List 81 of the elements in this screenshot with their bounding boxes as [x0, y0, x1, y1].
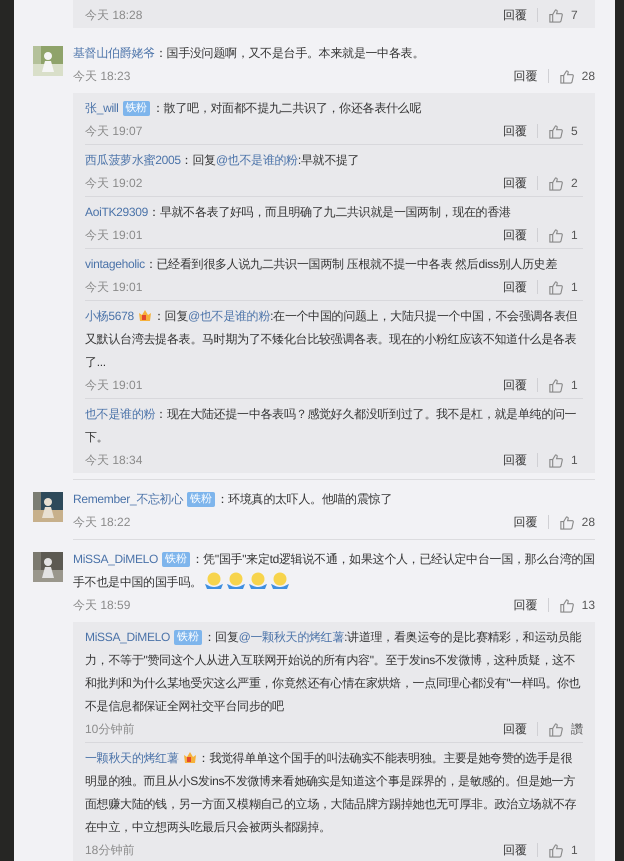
thumbs-up-icon[interactable]	[548, 280, 563, 294]
comment-text: 西瓜菠萝水蜜2005：回复@也不是谁的粉:早就不提了	[85, 152, 360, 169]
comment-time: 今天 18:28	[85, 6, 144, 24]
like-count: 1	[571, 280, 579, 294]
comment-time: 今天 18:59	[73, 596, 132, 614]
reply-link[interactable]: 回覆	[503, 174, 527, 192]
comment-text: 基督山伯爵姥爷：国手没问题啊，又不是台手。本来就是一中各表。	[73, 45, 426, 62]
thumbs-up-icon[interactable]	[558, 598, 574, 612]
comment-text: 一颗秋天的烤红薯 ：我觉得单单这个国手的叫法确实不能表明独。主要是她夸赞的选手是很明显的独。而且从小S发ins不发微博来看她确实是知道这个事是踩界的，是敏感的。但是她一方面想赚大陆的钱，另一方面又模糊自己的立场，大陆品牌方踢掉她也无可厚非。政治立场就不存在中立，中立想两头吃最后只会被两头都踢掉。	[85, 748, 578, 836]
emoji-icon	[270, 571, 290, 591]
thumbs-up-icon[interactable]	[548, 176, 563, 190]
user-name[interactable]: MiSSA_DiMELO	[73, 552, 158, 566]
comment-text: AoiTK29309：早就不各表了好吗，而且明确了九二共识就是一国两制，现在的香港	[85, 204, 512, 221]
comment-time: 18分钟前	[85, 842, 136, 858]
reply-link[interactable]: 回覆	[503, 452, 527, 468]
comment-text: Remember_不忘初心 铁粉 ：环境真的太吓人。他喵的震惊了	[73, 491, 394, 509]
comment-time: 今天 19:01	[85, 376, 144, 394]
mention-link[interactable]: @也不是谁的粉	[216, 153, 298, 167]
comment-time: 今天 18:34	[85, 452, 144, 468]
emoji-icon	[226, 571, 246, 591]
user-name[interactable]: 张_will	[85, 101, 119, 115]
thumbs-up-icon[interactable]	[558, 514, 574, 530]
comment-time: 今天 18:22	[73, 514, 132, 530]
comment-time: 今天 19:01	[85, 226, 144, 244]
thumbs-up-icon[interactable]	[548, 842, 563, 858]
like-count: 1	[571, 228, 579, 242]
user-name[interactable]: 西瓜菠萝水蜜2005	[85, 153, 181, 167]
reply-link[interactable]: 回覆	[503, 226, 527, 244]
comment-time: 今天 19:02	[85, 174, 144, 192]
fan-badge: 铁粉	[122, 101, 150, 116]
like-count: 13	[582, 598, 595, 612]
comment-time: 今天 19:07	[85, 122, 144, 140]
reply-link[interactable]: 回覆	[514, 68, 538, 84]
user-name[interactable]: 基督山伯爵姥爷	[73, 46, 155, 60]
reply-link[interactable]: 回覆	[503, 376, 527, 394]
fan-badge: 铁粉	[162, 552, 190, 567]
like-count: 28	[582, 69, 595, 83]
comment-text: MiSSA_DiMELO 铁粉 ：回复@一颗秋天的烤红薯:讲道理，看奥运夸的是比赛精彩，和运动员能力，不等于"赞同这个人从进入互联网开始说的所有内容"。至于发ins不发微博，这种质疑，这不和批判和为什么某地受灾这么严重，你竟然还有心情在家烘焙，一点同理心都没有"一样吗。你也不是信息都保证全网社交平台同步的吧	[85, 629, 582, 715]
like-count: 1	[571, 453, 579, 467]
comment-text: 也不是谁的粉：现在大陆还提一中各表吗？感觉好久都没听到过了。我不是杠，就是单纯的问一下。	[85, 406, 578, 446]
comment-time: 今天 19:01	[85, 278, 144, 296]
emoji-icon	[204, 571, 224, 591]
reply-link[interactable]: 回覆	[503, 6, 527, 24]
thumbs-up-icon[interactable]	[548, 124, 563, 138]
mention-link[interactable]: @也不是谁的粉	[188, 309, 270, 323]
user-name[interactable]: 一颗秋天的烤红薯	[85, 751, 179, 765]
like-count: 讚	[571, 720, 583, 738]
user-name[interactable]: 也不是谁的粉	[85, 407, 156, 421]
mention-link[interactable]: @一颗秋天的烤红薯	[238, 630, 344, 644]
like-count: 1	[571, 843, 579, 857]
thumbs-up-icon[interactable]	[548, 378, 563, 392]
reply-link[interactable]: 回覆	[514, 596, 538, 614]
comment-text: 张_will 铁粉 ：散了吧，对面都不提九二共识了，你还各表什么呢	[85, 100, 422, 118]
thumbs-up-icon[interactable]	[548, 8, 563, 22]
user-name[interactable]: AoiTK29309	[85, 205, 148, 219]
like-count: 28	[582, 515, 595, 529]
thumbs-up-icon[interactable]	[558, 68, 574, 84]
comment-text: vintageholic：已经看到很多人说九二共识一国两制 压根就不提一中各表 然后diss别人历史差	[85, 256, 558, 273]
comment-text: MiSSA_DiMELO 铁粉 ：凭"国手"来定td逻辑说不通，如果这个人，已经认定中台一国，那么台湾的国手不也是中国的国手吗。	[73, 551, 595, 593]
thumbs-up-icon[interactable]	[548, 228, 563, 242]
comment-text: 小杨5678 ：回复@也不是谁的粉:在一个中国的问题上，大陆只提一个中国，不会强调各表但又默认台湾去提各表。马时期为了不矮化台比较强调各表。现在的小粉红应该不知道什么是各表了...	[85, 306, 578, 371]
fan-badge: 铁粉	[187, 492, 215, 507]
reply-link[interactable]: 回覆	[514, 514, 538, 530]
like-count: 5	[571, 124, 579, 138]
comment-time: 今天 18:23	[73, 68, 132, 84]
user-name[interactable]: MiSSA_DiMELO	[85, 630, 170, 644]
fan-badge: 铁粉	[174, 630, 202, 645]
like-count: 1	[571, 378, 579, 392]
comment-time: 10分钟前	[85, 720, 136, 738]
user-name[interactable]: 小杨5678	[85, 309, 134, 323]
user-name[interactable]: Remember_不忘初心	[73, 492, 184, 506]
reply-link[interactable]: 回覆	[503, 122, 527, 140]
reply-link[interactable]: 回覆	[503, 842, 527, 858]
like-count: 2	[571, 176, 579, 190]
emoji-icon	[248, 571, 268, 591]
user-name[interactable]: vintageholic	[85, 257, 145, 271]
thumbs-up-icon[interactable]	[548, 452, 563, 468]
thumbs-up-icon[interactable]	[548, 722, 563, 736]
reply-link[interactable]: 回覆	[503, 720, 527, 738]
like-count: 7	[571, 8, 579, 22]
reply-link[interactable]: 回覆	[503, 278, 527, 296]
